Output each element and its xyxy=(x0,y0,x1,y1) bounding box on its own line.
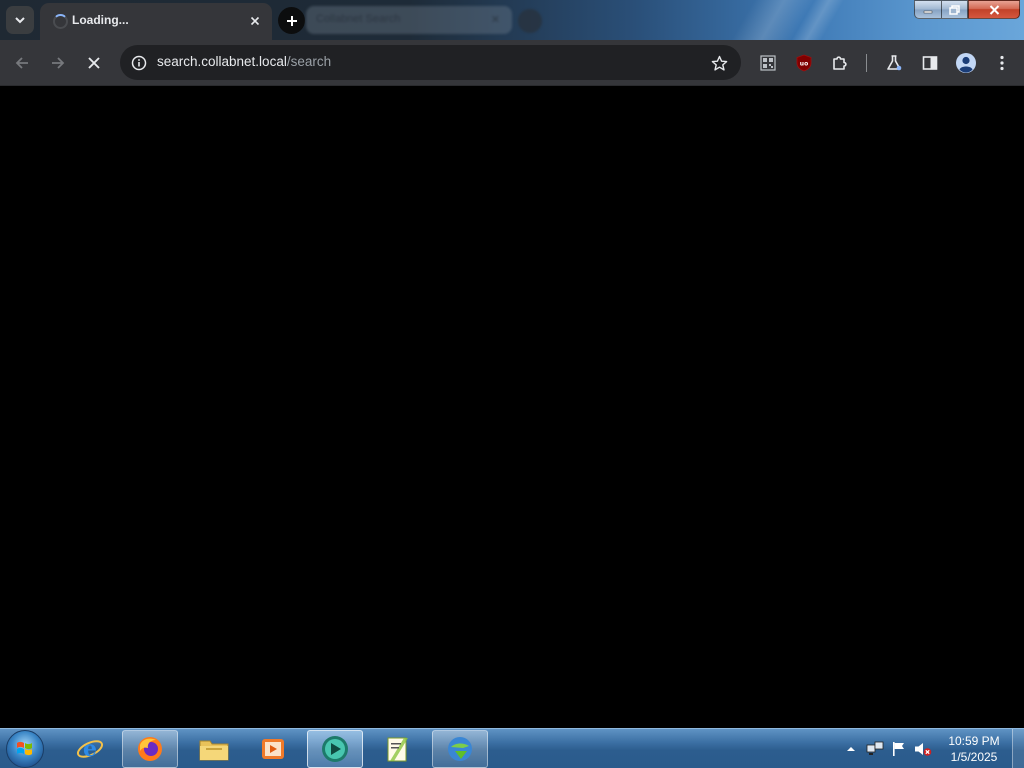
minimize-icon xyxy=(923,10,933,13)
profile-button[interactable] xyxy=(951,48,981,78)
show-hidden-icons-button[interactable] xyxy=(842,740,860,758)
browser-toolbar: search.collabnet.local/search uo xyxy=(0,40,1024,86)
loading-spinner-icon xyxy=(53,14,68,29)
address-bar[interactable]: search.collabnet.local/search xyxy=(120,45,741,80)
notepad-plus-plus-icon xyxy=(387,737,408,762)
network-icon xyxy=(866,741,884,755)
tab-group-icon[interactable] xyxy=(518,9,542,33)
chrome-window-icon xyxy=(322,736,348,762)
clock-time: 10:59 PM xyxy=(948,734,1000,748)
labs-button[interactable] xyxy=(879,48,909,78)
qr-code-icon xyxy=(760,55,776,71)
browser-menu-button[interactable] xyxy=(987,48,1017,78)
internet-explorer-icon: e xyxy=(76,736,104,762)
info-icon xyxy=(131,55,146,70)
tab-close-button[interactable] xyxy=(246,12,264,30)
address-bar-url[interactable]: search.collabnet.local/search xyxy=(157,54,331,69)
taskbar-clock[interactable]: 10:59 PM 1/5/2025 xyxy=(944,733,1004,765)
extensions-button[interactable] xyxy=(825,48,855,78)
tray-network[interactable] xyxy=(866,740,884,758)
site-info-button[interactable] xyxy=(128,52,149,73)
flag-icon xyxy=(893,742,904,756)
side-panel-icon xyxy=(922,56,938,70)
taskbar-notepad-plus-plus[interactable] xyxy=(370,730,426,768)
show-desktop-button[interactable] xyxy=(1012,729,1024,768)
tab-strip: Loading... Collabnet Search ✕ xyxy=(0,0,1024,40)
flask-icon xyxy=(887,55,902,71)
clock-date: 1/5/2025 xyxy=(950,750,998,764)
restore-icon xyxy=(949,4,960,15)
taskbar-internet-explorer[interactable]: e xyxy=(62,730,118,768)
window-controls xyxy=(914,0,1020,19)
chevron-down-icon xyxy=(15,17,25,24)
taskbar: e 10:59 PM 1/5/2025 xyxy=(0,728,1024,768)
caret-up-icon xyxy=(847,747,855,751)
url-path: /search xyxy=(286,54,332,69)
taskbar-download-manager[interactable] xyxy=(432,730,488,768)
url-host: search.collabnet.local xyxy=(157,54,287,69)
stop-loading-button[interactable] xyxy=(79,48,109,78)
desktop-screen: Loading... Collabnet Search ✕ search.col… xyxy=(0,0,1024,768)
close-icon xyxy=(989,4,999,15)
arrow-right-icon xyxy=(52,57,65,69)
side-panel-button[interactable] xyxy=(915,48,945,78)
kebab-menu-icon xyxy=(1000,55,1004,71)
new-tab-button[interactable] xyxy=(278,7,305,34)
close-icon xyxy=(250,16,260,26)
ublock-icon: uo xyxy=(796,54,812,72)
tray-volume[interactable] xyxy=(914,740,932,758)
taskbar-file-explorer[interactable] xyxy=(186,730,242,768)
page-content[interactable] xyxy=(0,87,1024,728)
plus-icon xyxy=(286,15,297,26)
tab-active[interactable]: Loading... xyxy=(40,3,272,40)
star-icon xyxy=(711,55,727,71)
bookmark-button[interactable] xyxy=(709,53,729,73)
profile-icon xyxy=(956,53,976,73)
tab-title: Loading... xyxy=(72,13,129,27)
volume-muted-icon xyxy=(915,743,932,756)
start-button[interactable] xyxy=(6,730,44,768)
taskbar-firefox[interactable] xyxy=(122,730,178,768)
tab-search-button[interactable] xyxy=(6,6,34,34)
taskbar-chrome-window[interactable] xyxy=(307,730,363,768)
firefox-icon xyxy=(138,737,162,761)
minimize-button[interactable] xyxy=(914,0,941,19)
toolbar-separator xyxy=(866,54,867,72)
puzzle-icon xyxy=(833,56,847,70)
restore-button[interactable] xyxy=(941,0,968,19)
ublock-badge: uo xyxy=(800,61,808,68)
qr-extension-button[interactable] xyxy=(753,48,783,78)
media-player-icon xyxy=(262,739,284,759)
close-window-button[interactable] xyxy=(968,0,1020,19)
svg-text:e: e xyxy=(83,736,97,762)
tab-background[interactable]: Collabnet Search ✕ xyxy=(306,6,512,34)
tab-title: Collabnet Search xyxy=(316,13,401,25)
taskbar-media-player[interactable] xyxy=(245,730,301,768)
arrow-left-icon xyxy=(15,57,28,69)
forward-button[interactable] xyxy=(43,48,73,78)
close-icon xyxy=(88,57,100,69)
file-explorer-icon xyxy=(199,740,229,761)
back-button[interactable] xyxy=(7,48,37,78)
tray-action-center[interactable] xyxy=(890,740,908,758)
close-icon[interactable]: ✕ xyxy=(491,13,500,26)
windows-logo-icon xyxy=(17,741,32,756)
ublock-extension-button[interactable]: uo xyxy=(789,48,819,78)
download-manager-icon xyxy=(448,737,472,761)
